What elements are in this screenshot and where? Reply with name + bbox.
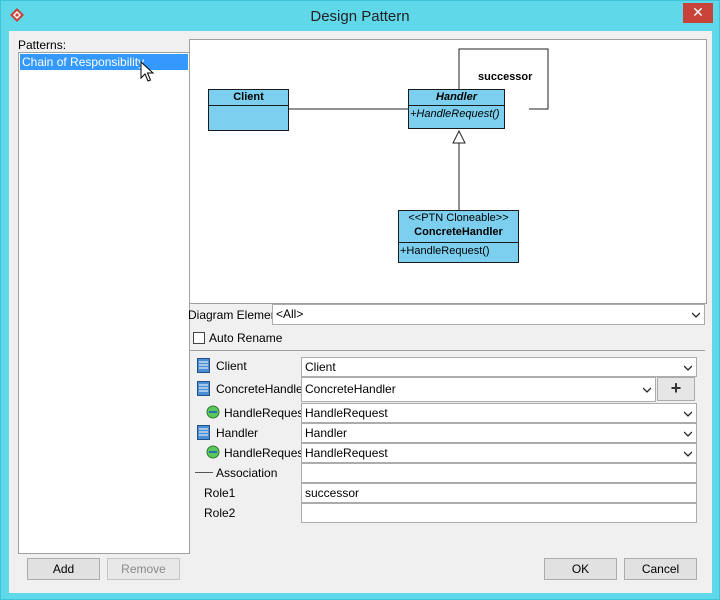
property-label-association: Association	[216, 466, 278, 480]
operation-icon	[206, 405, 220, 419]
property-select-concrete-handler[interactable]: ConcreteHandler	[301, 377, 656, 402]
patterns-list[interactable]: Chain of Responsibility	[18, 52, 190, 554]
generalization-arrowhead	[452, 129, 466, 144]
property-value: HandleRequest	[305, 446, 388, 460]
client-class-name: Client	[209, 90, 288, 106]
property-value: Client	[305, 360, 336, 374]
uml-class-handler[interactable]: Handler +HandleRequest()	[408, 89, 505, 129]
add-button[interactable]: Add	[27, 558, 100, 580]
successor-role-label: successor	[478, 71, 533, 83]
uml-class-client[interactable]: Client	[208, 89, 289, 131]
property-label-client: Client	[216, 359, 247, 373]
association-line-icon	[195, 472, 213, 473]
diagram-element-label: Diagram Element	[188, 308, 281, 322]
class-icon	[197, 425, 210, 440]
association-name-field[interactable]	[301, 463, 697, 483]
handler-operation: +HandleRequest()	[410, 108, 500, 120]
mouse-cursor-icon	[140, 61, 154, 82]
property-value: ConcreteHandler	[305, 382, 396, 396]
close-button[interactable]: ✕	[683, 3, 713, 23]
property-label-role2: Role2	[204, 506, 236, 520]
property-label-handler: Handler	[216, 426, 259, 440]
close-icon: ✕	[692, 4, 704, 20]
operation-icon	[206, 445, 220, 459]
concrete-handler-operation: +HandleRequest()	[400, 245, 490, 257]
property-select-concrete-handle-request[interactable]: HandleRequest	[301, 403, 697, 423]
handler-class-name: Handler	[409, 90, 504, 106]
chevron-down-icon	[643, 387, 651, 393]
property-select-client[interactable]: Client	[301, 357, 697, 377]
auto-rename-checkbox[interactable]	[193, 332, 205, 344]
window-title: Design Pattern	[310, 8, 410, 25]
concrete-handler-stereotype: <<PTN Cloneable>>	[408, 212, 509, 224]
title-bar: Design Pattern ✕	[1, 1, 719, 31]
property-select-handler[interactable]: Handler	[301, 423, 697, 443]
pattern-item-chain-of-responsibility[interactable]: Chain of Responsibility	[20, 54, 188, 70]
diagram-connectors	[288, 48, 549, 210]
add-concrete-handler-button[interactable]: +	[657, 377, 695, 401]
diagram-element-select[interactable]: <All>	[272, 304, 705, 325]
property-select-handler-handle-request[interactable]: HandleRequest	[301, 443, 697, 463]
property-label-handle-request: HandleRequest	[224, 446, 307, 460]
role1-field[interactable]: successor	[301, 483, 697, 503]
pattern-diagram-preview: successor Client Handler +HandleRequest(…	[189, 39, 707, 304]
dialog-body: Patterns: Chain of Responsibility succes…	[9, 31, 712, 593]
chevron-down-icon	[684, 451, 692, 457]
class-icon	[197, 381, 210, 396]
property-label-handle-request: HandleRequest	[224, 406, 307, 420]
ok-button[interactable]: OK	[544, 558, 617, 580]
property-label-concrete-handler: ConcreteHandler	[216, 382, 307, 396]
class-icon	[197, 358, 210, 373]
design-pattern-dialog: Design Pattern ✕ Patterns: Chain of Resp…	[0, 0, 720, 600]
concrete-handler-class-name: ConcreteHandler	[414, 226, 503, 238]
chevron-down-icon	[684, 365, 692, 371]
patterns-label: Patterns:	[18, 38, 67, 52]
property-value: HandleRequest	[305, 406, 388, 420]
chevron-down-icon	[684, 431, 692, 437]
remove-button[interactable]: Remove	[107, 558, 180, 580]
property-value: Handler	[305, 426, 348, 440]
diagram-element-value: <All>	[276, 307, 304, 321]
role2-field[interactable]	[301, 503, 697, 523]
chevron-down-icon	[684, 411, 692, 417]
concrete-handler-header: <<PTN Cloneable>> ConcreteHandler	[399, 211, 518, 243]
plus-icon: +	[670, 378, 682, 398]
auto-rename-label: Auto Rename	[209, 331, 283, 345]
property-label-role1: Role1	[204, 486, 236, 500]
chevron-down-icon	[692, 312, 700, 318]
cancel-button[interactable]: Cancel	[624, 558, 697, 580]
uml-class-concrete-handler[interactable]: <<PTN Cloneable>> ConcreteHandler +Handl…	[398, 210, 519, 263]
